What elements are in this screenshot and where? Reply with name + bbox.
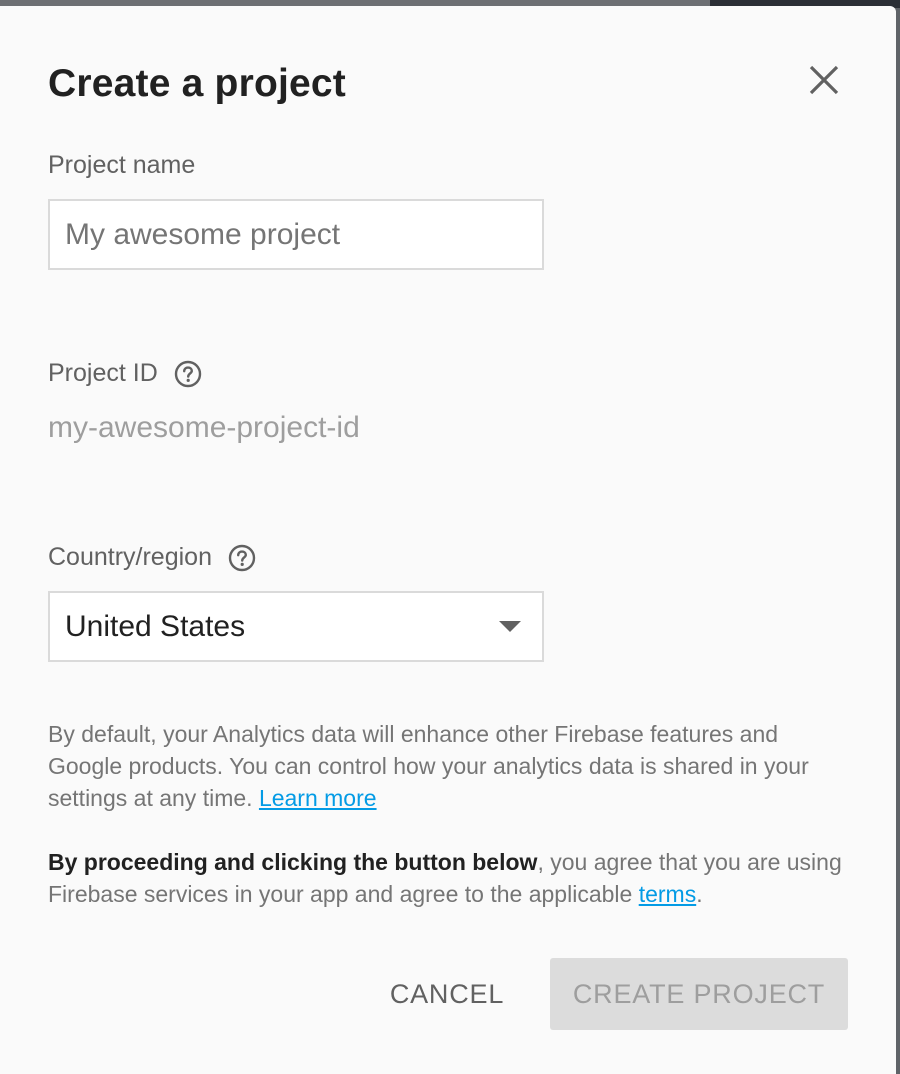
close-button[interactable] [800,56,848,104]
analytics-notice-text: By default, your Analytics data will enh… [48,721,809,811]
learn-more-link[interactable]: Learn more [259,785,377,811]
project-name-label-text: Project name [48,151,196,179]
cancel-button[interactable]: CANCEL [374,958,520,1030]
terms-notice-trailing: . [696,881,703,907]
help-circle-icon [174,360,201,387]
project-name-input[interactable] [48,199,544,270]
country-label-text: Country/region [48,543,212,571]
country-selected-value: United States [65,609,246,643]
project-name-label: Project name [48,151,195,180]
caret-down-icon [499,621,521,632]
help-circle-icon [228,544,256,571]
terms-notice: By proceeding and clicking the button be… [48,846,848,910]
country-help-icon[interactable] [228,544,256,572]
create-project-button[interactable]: CREATE PROJECT [550,958,848,1030]
dialog-title: Create a project [48,62,346,105]
country-select[interactable]: United States [48,591,544,662]
project-id-label: Project ID [48,359,202,388]
project-id-value: my-awesome-project-id [48,411,360,444]
close-icon [809,65,839,95]
create-project-dialog: Create a project Project name Project ID… [0,6,896,1074]
country-label: Country/region [48,543,256,572]
terms-notice-bold: By proceeding and clicking the button be… [48,849,538,875]
terms-link[interactable]: terms [639,881,697,907]
project-id-help-icon[interactable] [174,360,202,388]
analytics-notice: By default, your Analytics data will enh… [48,718,848,814]
project-id-label-text: Project ID [48,359,158,387]
